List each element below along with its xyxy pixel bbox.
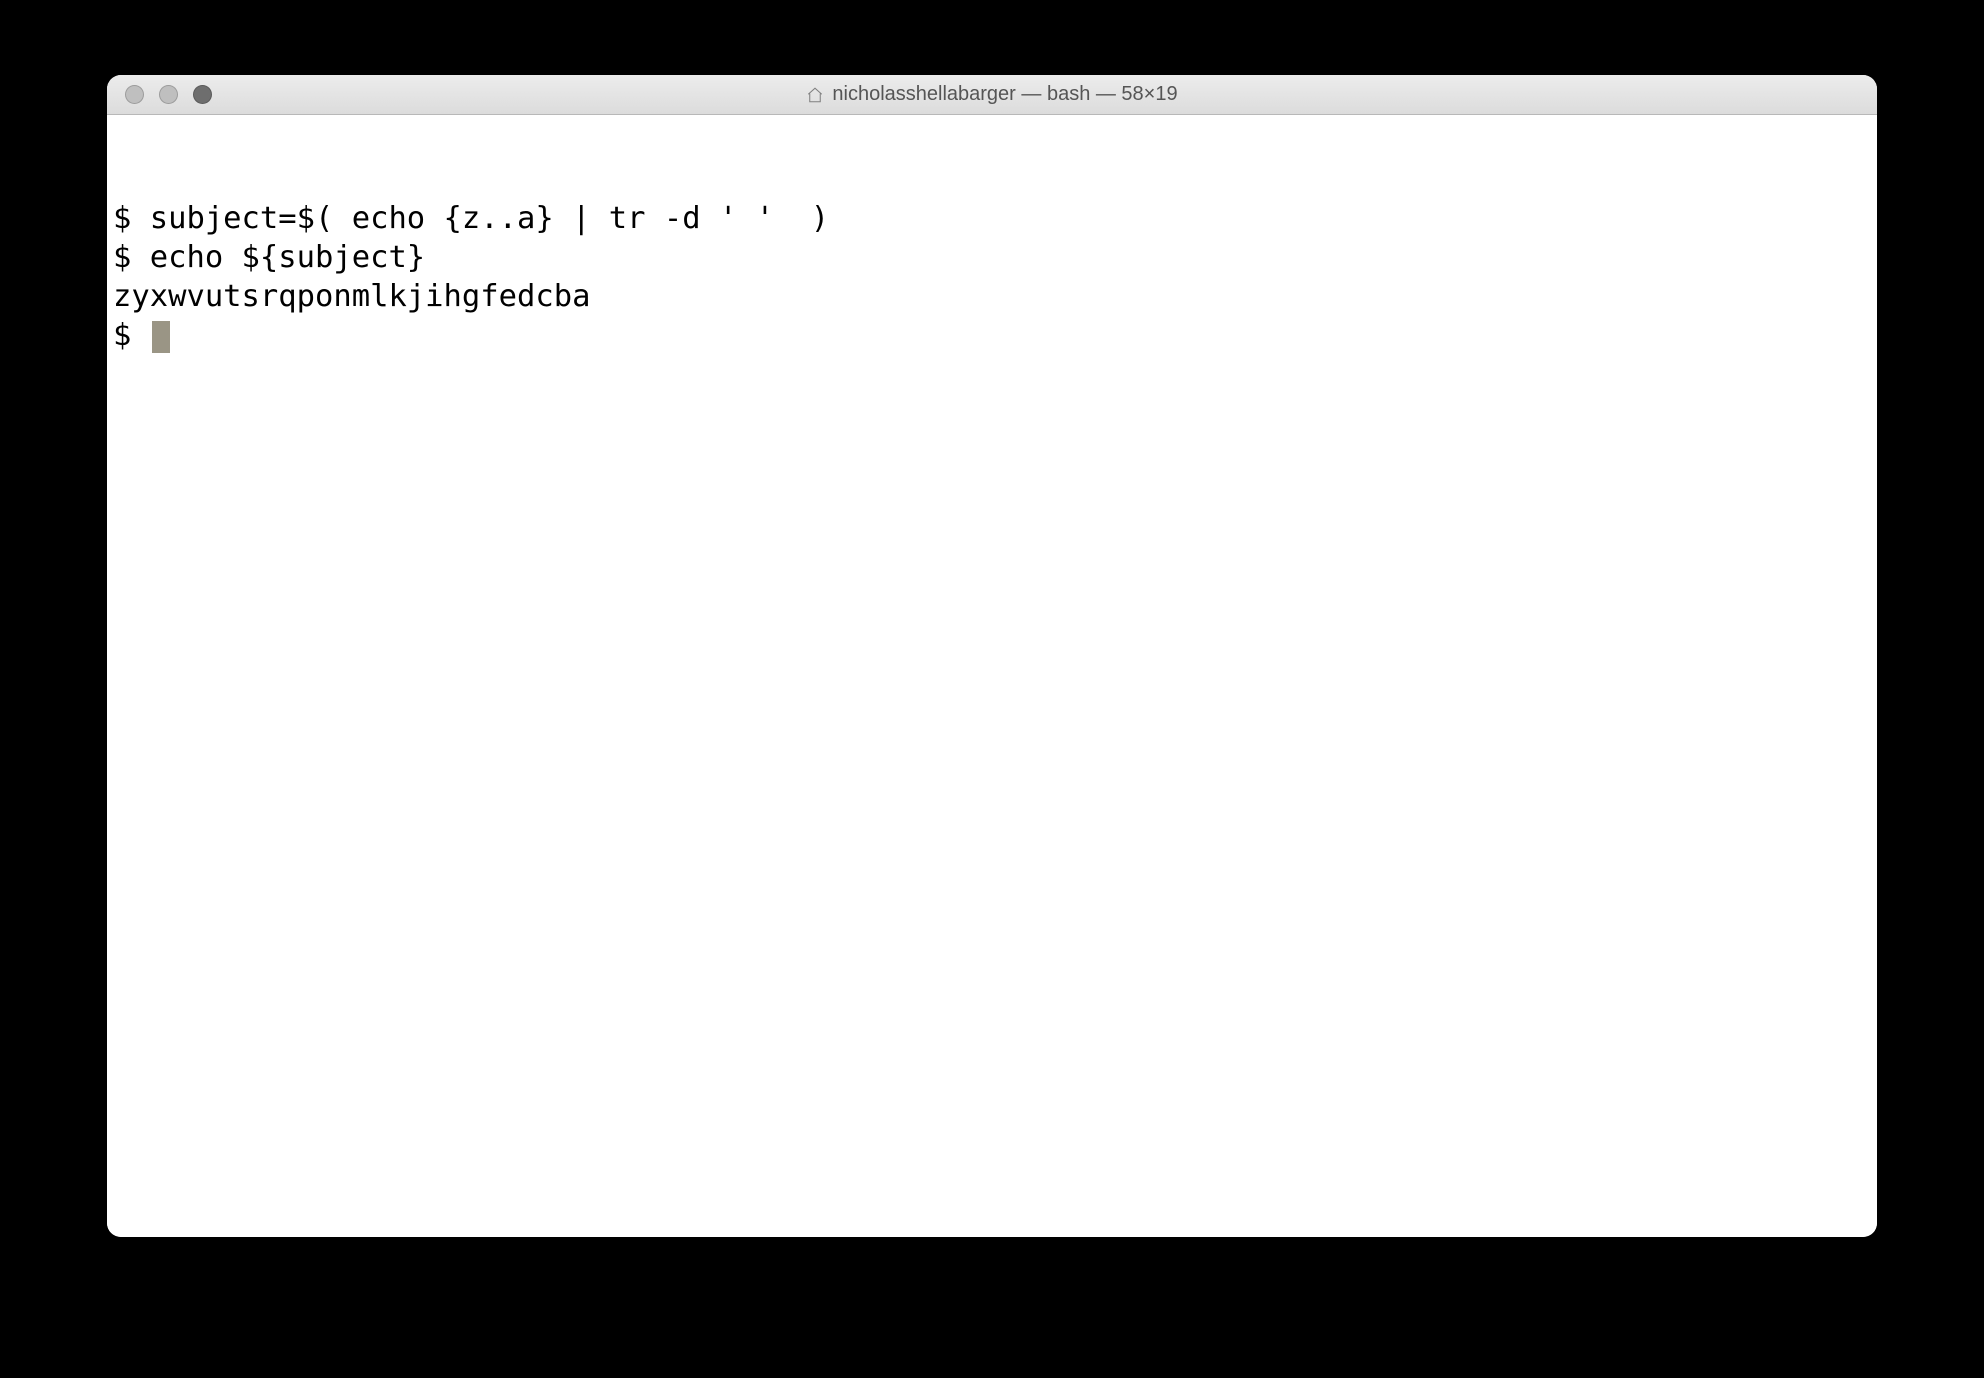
maximize-button[interactable] <box>193 85 212 104</box>
window-title: nicholasshellabarger — bash — 58×19 <box>832 83 1177 106</box>
command-text: subject=$( echo {z..a} | tr -d ' ' ) <box>150 201 829 236</box>
terminal-line: $ <box>113 316 1871 355</box>
window-controls <box>107 85 212 104</box>
window-title-area: nicholasshellabarger — bash — 58×19 <box>107 83 1877 106</box>
close-button[interactable] <box>125 85 144 104</box>
terminal-body[interactable]: $ subject=$( echo {z..a} | tr -d ' ' )$ … <box>107 115 1877 1237</box>
prompt: $ <box>113 240 150 275</box>
prompt: $ <box>113 201 150 236</box>
terminal-line: $ subject=$( echo {z..a} | tr -d ' ' ) <box>113 199 1871 238</box>
prompt: $ <box>113 318 150 353</box>
minimize-button[interactable] <box>159 85 178 104</box>
titlebar: nicholasshellabarger — bash — 58×19 <box>107 75 1877 115</box>
terminal-window: nicholasshellabarger — bash — 58×19 $ su… <box>107 75 1877 1237</box>
terminal-line: zyxwvutsrqponmlkjihgfedcba <box>113 277 1871 316</box>
home-icon <box>806 86 824 104</box>
cursor <box>152 321 170 353</box>
terminal-line: $ echo ${subject} <box>113 238 1871 277</box>
output-text: zyxwvutsrqponmlkjihgfedcba <box>113 279 590 314</box>
command-text: echo ${subject} <box>150 240 425 275</box>
